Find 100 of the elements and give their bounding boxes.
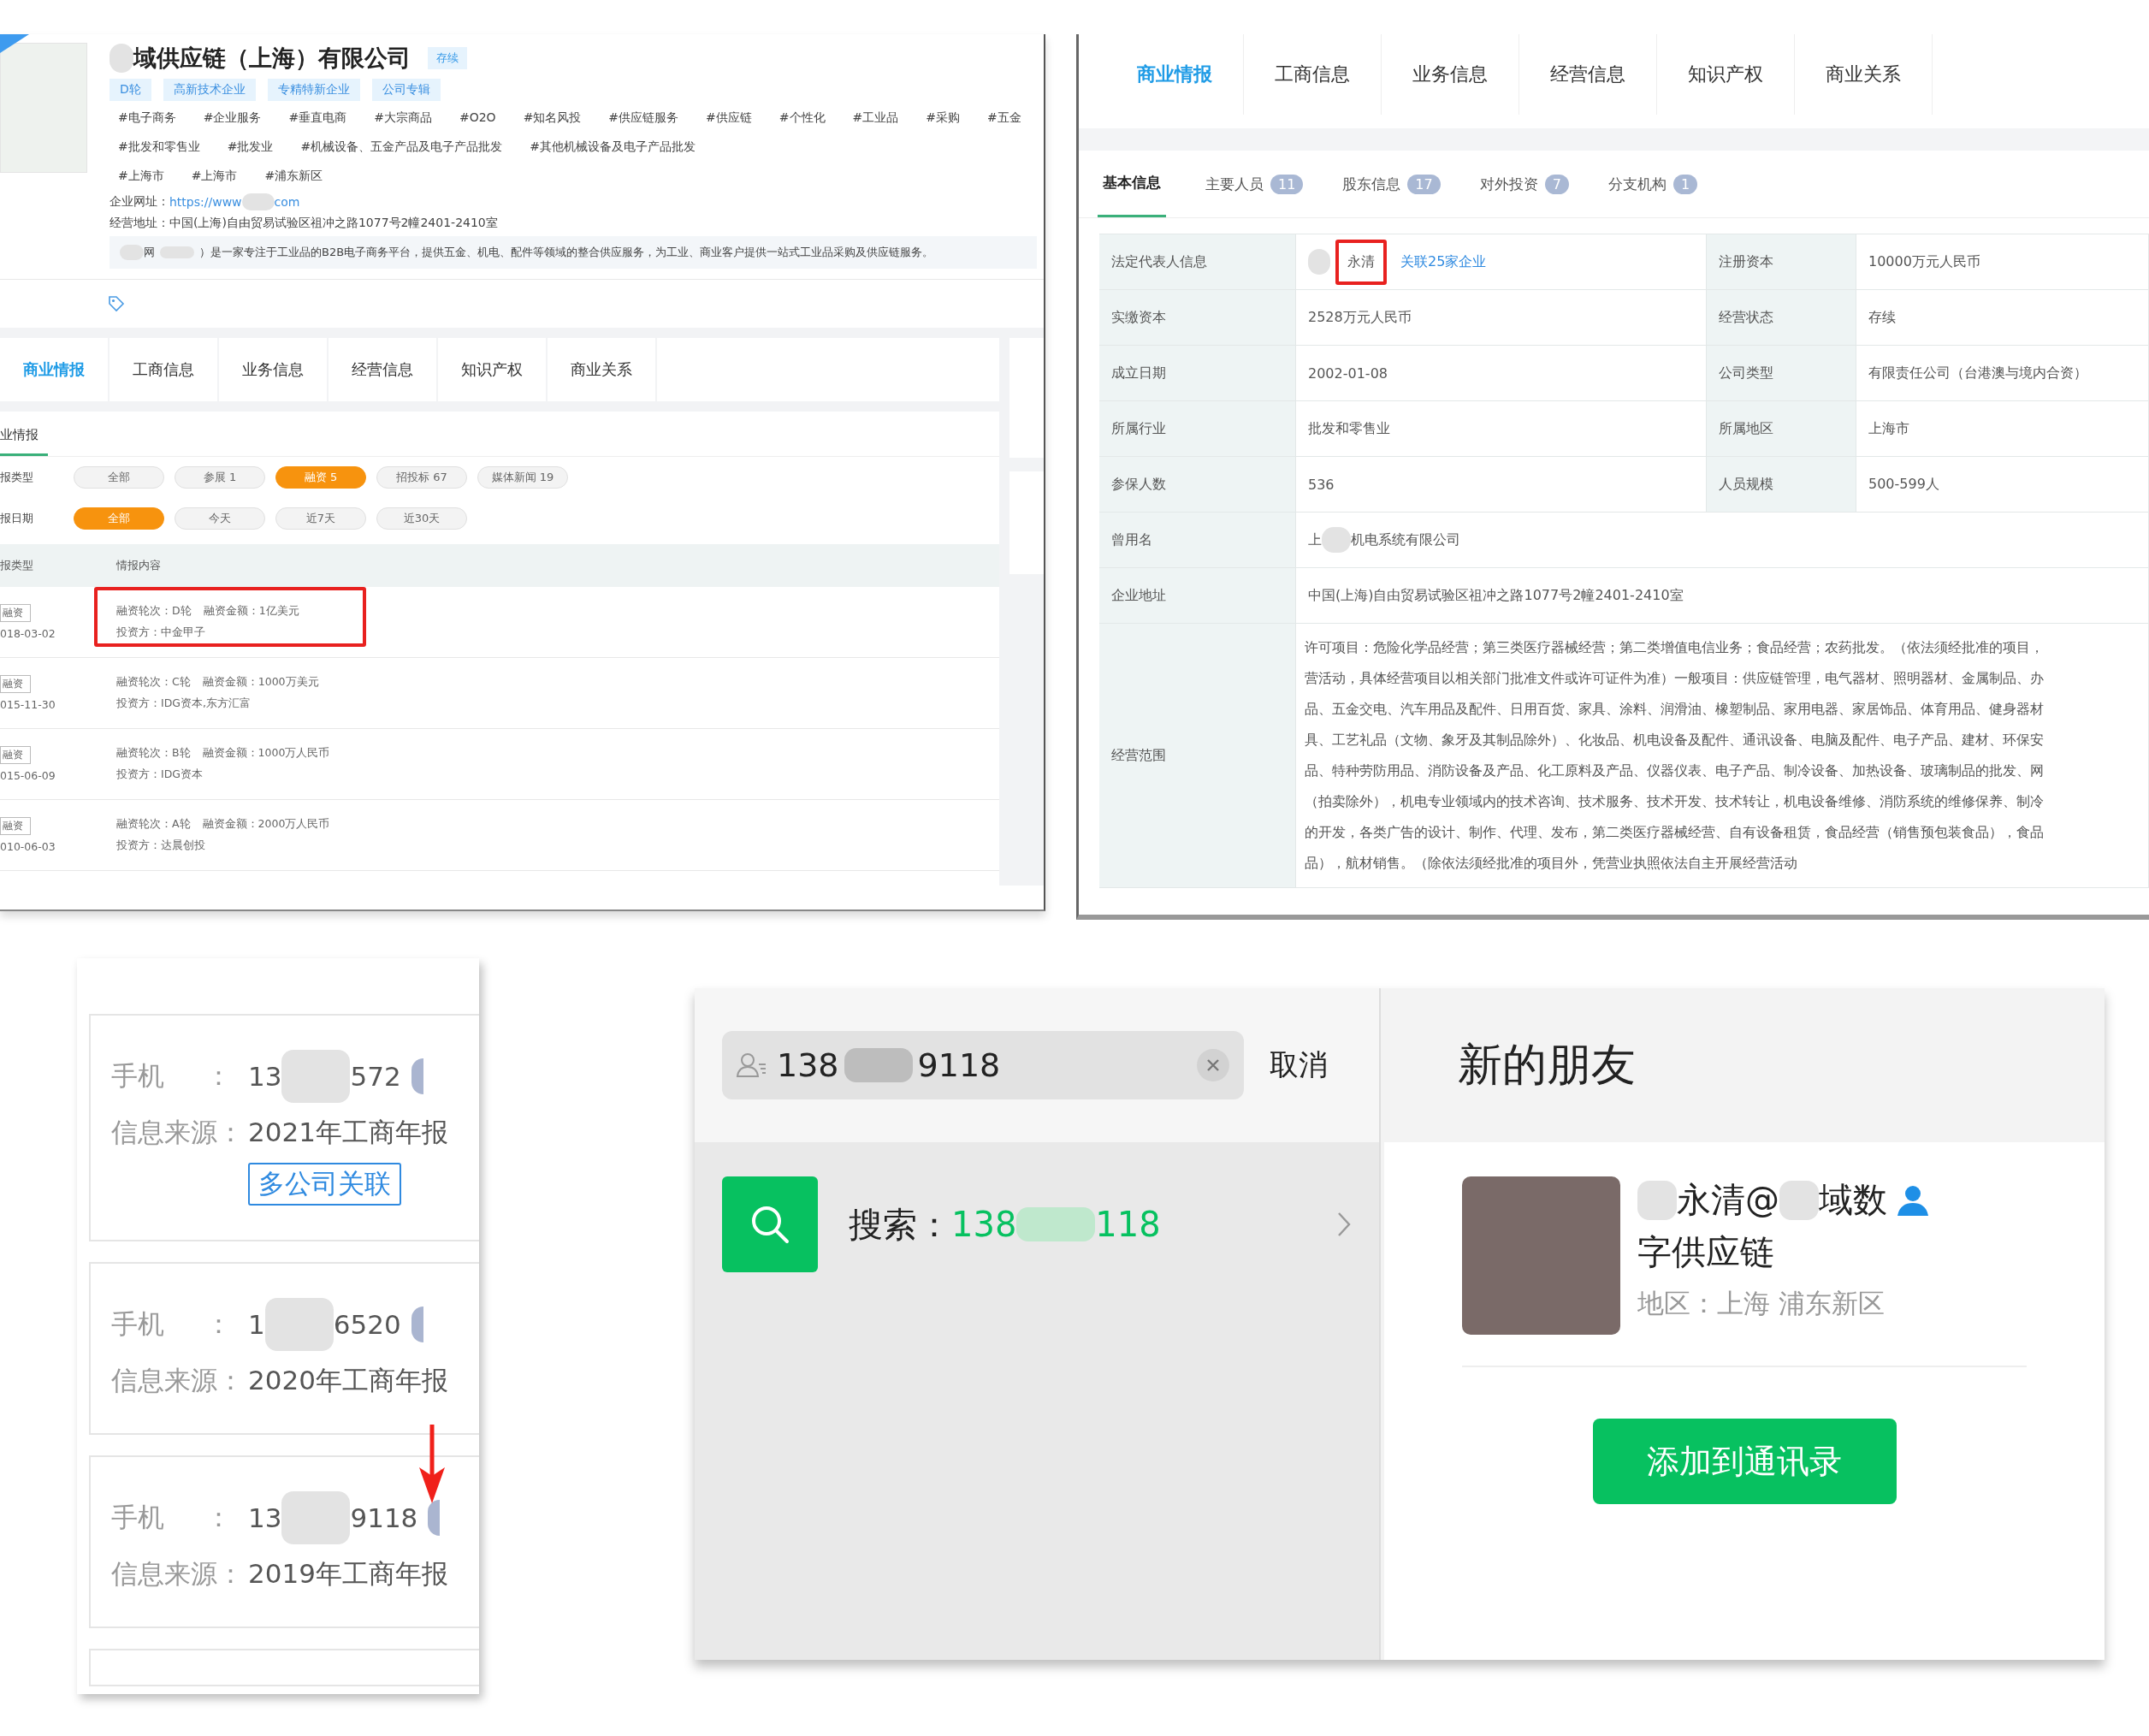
search-number: 118 — [1095, 1205, 1161, 1244]
redaction-blur — [110, 44, 133, 73]
tab[interactable]: 业务信息 — [1382, 34, 1519, 115]
tag-icon[interactable] — [108, 295, 125, 312]
hashtag[interactable]: #批发和零售业 — [118, 139, 200, 155]
field-value: 上海市 — [1856, 401, 2149, 457]
amount-text: 融资金额：1000万人民币 — [202, 746, 330, 759]
hashtag[interactable]: #O2O — [459, 110, 496, 126]
search-result-item[interactable]: 搜索：138 118 — [695, 1142, 1379, 1306]
round-text: 融资轮次：A轮 — [116, 817, 191, 830]
round-text: 融资轮次：C轮 — [116, 675, 191, 688]
hashtag[interactable]: #批发业 — [227, 139, 274, 155]
phone-label: 手机 — [111, 1059, 165, 1093]
search-number: 138 — [951, 1205, 1017, 1244]
subtab[interactable]: 主要人员 11 — [1205, 151, 1304, 217]
hashtag[interactable]: #电子商务 — [118, 110, 176, 126]
business-scope-line: 许可项目：危险化学品经营；第三类医疗器械经营；第二类增值电信业务；食品经营；农药批发。（依法须经批准的项目， — [1305, 639, 2044, 657]
tab[interactable]: 经营信息 — [329, 338, 438, 401]
hashtag[interactable]: #机械设备、五金产品及电子产品批发 — [300, 139, 503, 155]
round-text: 融资轮次：B轮 — [116, 746, 191, 759]
contact-name: 字供应链 — [1637, 1231, 1775, 1273]
date-text: 010-06-03 — [0, 840, 56, 853]
hashtag[interactable]: #其他机械设备及电子产品批发 — [530, 139, 696, 155]
business-scope-line: 营活动，具体经营项目以相关部门批准文件或许可证件为准）一般项目：供应链管理，电气器材、照明器材、金属制品、办 — [1305, 670, 2044, 688]
phone-number: 13 — [248, 1061, 282, 1092]
type-tag: 融资 — [0, 675, 31, 693]
related-companies-link[interactable]: 关联25家企业 — [1400, 252, 1487, 271]
hashtag[interactable]: #五金 — [987, 110, 1021, 126]
search-field[interactable]: 138 9118 — [722, 1031, 1244, 1099]
chevron-right-icon — [1336, 1211, 1352, 1238]
amount-text: 融资金额：2000万人民币 — [202, 817, 330, 830]
filter-label: 报类型 — [0, 470, 34, 485]
tab[interactable]: 工商信息 — [1244, 34, 1382, 115]
subtab[interactable]: 基本信息 — [1098, 151, 1166, 217]
source-text: 2020年工商年报 — [248, 1364, 448, 1397]
person-name[interactable]: 永清 — [1335, 239, 1387, 285]
investor-text: 投资方：IDG资本,东方汇富 — [116, 696, 251, 709]
hashtag[interactable]: #企业服务 — [203, 110, 262, 126]
tab[interactable]: 商业关系 — [548, 338, 657, 401]
search-label: 搜索： — [849, 1203, 951, 1246]
hashtag[interactable]: #个性化 — [778, 110, 826, 126]
hashtag[interactable]: #浦东新区 — [264, 169, 323, 184]
field-value: 有限责任公司（台港澳与境内合资） — [1856, 346, 2149, 401]
filter-chip[interactable]: 近30天 — [376, 507, 467, 530]
hashtag[interactable]: #上海市 — [191, 169, 238, 184]
filter-chip[interactable]: 招投标 67 — [376, 466, 467, 489]
investor-text: 投资方：达晨创投 — [116, 838, 205, 851]
filter-chip[interactable]: 参展 1 — [175, 466, 265, 489]
field-value: 机电系统有限公司 — [1351, 530, 1460, 549]
tab[interactable]: 经营信息 — [1519, 34, 1657, 115]
type-tag: 融资 — [0, 604, 31, 622]
hashtag[interactable]: #供应链 — [706, 110, 752, 126]
hashtag[interactable]: #采购 — [926, 110, 961, 126]
date-text: 015-11-30 — [0, 698, 56, 711]
subtab[interactable]: 对外投资 7 — [1479, 151, 1569, 217]
source-text: 2021年工商年报 — [248, 1116, 448, 1149]
round-text: 融资轮次：D轮 — [116, 604, 192, 617]
phone-number: 572 — [350, 1061, 401, 1092]
field-label: 人员规模 — [1707, 457, 1856, 513]
business-scope-line: 品），航材销售。（除依法须经批准的项目外，凭营业执照依法自主开展经营活动 — [1305, 855, 1797, 873]
field-label: 成立日期 — [1099, 346, 1296, 401]
address-text: 中国(上海)自由贸易试验区祖冲之路1077号2幢2401-2410室 — [169, 216, 498, 231]
section-tab[interactable]: 业情报 — [0, 427, 48, 456]
column-header: 报类型 — [0, 558, 34, 573]
subtab[interactable]: 分支机构 1 — [1607, 151, 1698, 217]
field-label: 实缴资本 — [1099, 290, 1296, 346]
hashtag[interactable]: #供应链服务 — [608, 110, 679, 126]
filter-chip[interactable]: 全部 — [74, 466, 164, 489]
subtab[interactable]: 股东信息 17 — [1342, 151, 1441, 217]
cancel-button[interactable]: 取消 — [1270, 1046, 1328, 1085]
contact-name: 永清@ — [1677, 1179, 1779, 1221]
hashtag[interactable]: #知名风投 — [523, 110, 582, 126]
field-label: 参保人数 — [1099, 457, 1296, 513]
redaction-blur — [1779, 1180, 1819, 1220]
hashtag[interactable]: #垂直电商 — [288, 110, 347, 126]
hashtag[interactable]: #工业品 — [852, 110, 899, 126]
tab[interactable]: 业务信息 — [219, 338, 329, 401]
hashtag[interactable]: #大宗商品 — [374, 110, 432, 126]
tab[interactable]: 工商信息 — [110, 338, 219, 401]
field-value: 上 — [1308, 530, 1322, 549]
tab[interactable]: 商业关系 — [1795, 34, 1933, 115]
hashtag[interactable]: #上海市 — [118, 169, 164, 184]
field-label: 注册资本 — [1707, 234, 1856, 290]
contact-name: 域数 — [1819, 1179, 1887, 1221]
tab[interactable]: 知识产权 — [438, 338, 548, 401]
clear-icon[interactable] — [1196, 1048, 1230, 1082]
date-text: 015-06-09 — [0, 769, 56, 782]
tab[interactable]: 知识产权 — [1657, 34, 1795, 115]
multi-company-button[interactable]: 多公司关联 — [248, 1163, 401, 1206]
amount-text: 融资金额：1亿美元 — [203, 604, 299, 617]
redaction-blur — [1322, 527, 1351, 553]
person-icon — [1896, 1184, 1930, 1216]
filter-chip[interactable]: 近7天 — [275, 507, 366, 530]
business-scope-line: 具、工艺礼品（文物、象牙及其制品除外）、化妆品、机电设备及配件、通讯设备、电脑及配件、电子产品、建材、环保安 — [1305, 732, 2044, 750]
field-value: 存续 — [1856, 290, 2149, 346]
filter-chip[interactable]: 今天 — [175, 507, 265, 530]
business-scope-line: 品、特种劳防用品、消防设备及产品、化工原料及产品、仪器仪表、电子产品、制冷设备、加热设备、玻璃制品的批发、网 — [1305, 762, 2044, 780]
filter-chip[interactable]: 媒体新闻 19 — [477, 466, 568, 489]
page-title: 新的朋友 — [1458, 1038, 1636, 1092]
field-label: 所属地区 — [1707, 401, 1856, 457]
